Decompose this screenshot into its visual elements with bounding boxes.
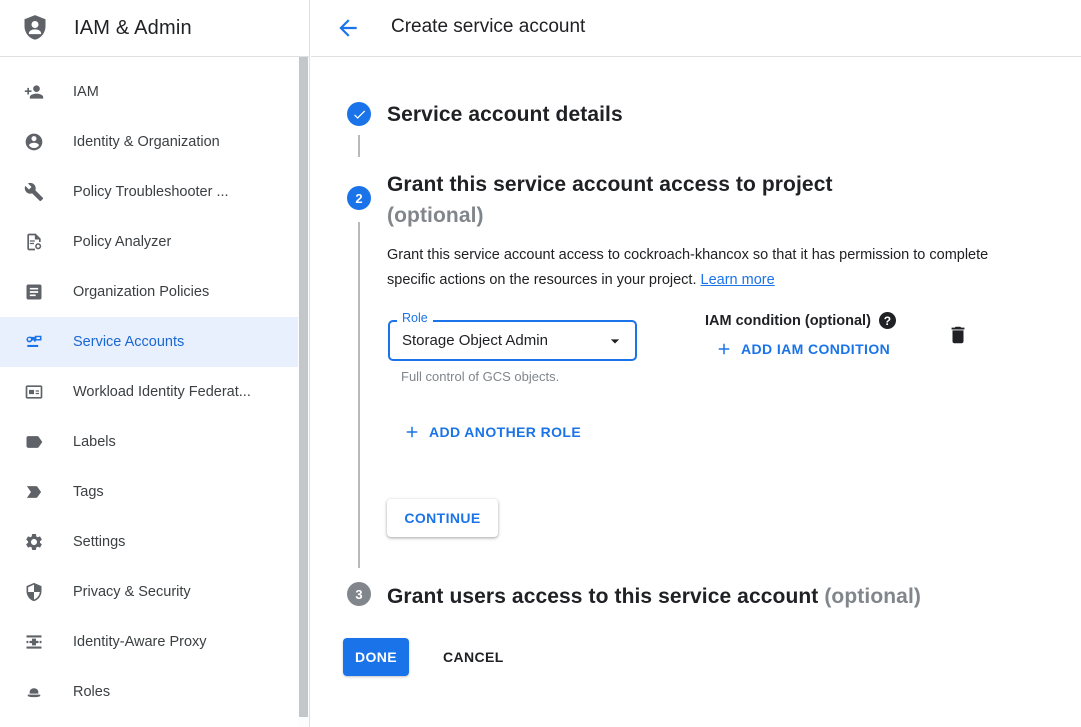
service-account-key-icon [24,332,44,352]
back-arrow-icon [335,15,361,41]
sidebar-item-labels[interactable]: Labels [0,417,298,467]
add-another-role-button[interactable]: ADD ANOTHER ROLE [403,423,581,441]
step2-title-block: Grant this service account access to pro… [387,169,897,231]
step2-description: Grant this service account access to coc… [387,243,993,293]
sidebar-item-policy-troubleshooter[interactable]: Policy Troubleshooter ... [0,167,298,217]
shield-icon [24,582,44,602]
sidebar-item-label: IAM [73,84,99,100]
plus-icon [715,340,733,358]
policy-analyzer-icon [24,232,44,252]
badge-card-icon [24,382,44,402]
sidebar-item-label: Workload Identity Federat... [73,384,251,400]
add-another-role-label: ADD ANOTHER ROLE [429,424,581,440]
account-circle-icon [24,132,44,152]
sidebar-item-label: Organization Policies [73,284,209,300]
step3-optional-label: (optional) [824,585,921,608]
hat-roles-icon [24,682,44,702]
sidebar-nav: IAM Identity & Organization Policy Troub… [0,57,309,717]
sidebar-header: IAM & Admin [0,0,309,57]
sidebar-item-label: Privacy & Security [73,584,191,600]
sidebar-item-label: Tags [73,484,104,500]
sidebar-item-label: Labels [73,434,116,450]
role-field-label: Role [397,311,433,325]
role-select[interactable]: Storage Object Admin [388,320,637,361]
sidebar-item-label: Settings [73,534,125,550]
chevron-down-icon [605,331,625,351]
continue-button[interactable]: CONTINUE [387,499,498,537]
sidebar-item-identity-organization[interactable]: Identity & Organization [0,117,298,167]
sidebar-item-tags[interactable]: Tags [0,467,298,517]
sidebar-item-label: Policy Analyzer [73,234,171,250]
person-add-icon [24,82,44,102]
step3-title: Grant users access to this service accou… [387,585,818,608]
step3-title-block: Grant users access to this service accou… [387,581,921,612]
gear-icon [24,532,44,552]
add-iam-condition-button[interactable]: ADD IAM CONDITION [715,340,890,358]
delete-role-button[interactable] [946,324,970,348]
main-panel: Create service account Service account d… [311,0,1081,727]
sidebar-item-roles[interactable]: Roles [0,667,298,717]
back-button[interactable] [335,15,361,41]
product-title: IAM & Admin [74,17,192,40]
tag-arrow-icon [24,482,44,502]
wrench-icon [24,182,44,202]
page-header: Create service account [311,0,1081,57]
page-title: Create service account [391,16,585,38]
sidebar-item-identity-aware-proxy[interactable]: Identity-Aware Proxy [0,617,298,667]
step2-indicator: 2 [347,186,371,210]
done-button[interactable]: DONE [343,638,409,676]
check-icon [352,107,367,122]
sidebar-item-workload-identity-federation[interactable]: Workload Identity Federat... [0,367,298,417]
cancel-button[interactable]: CANCEL [443,638,504,676]
scrollbar-thumb[interactable] [299,57,308,717]
sidebar-item-service-accounts[interactable]: Service Accounts [0,317,298,367]
step-connector [358,135,360,157]
iam-condition-row: IAM condition (optional) ? [705,312,896,329]
step2-title: Grant this service account access to pro… [387,173,833,196]
sidebar-item-organization-policies[interactable]: Organization Policies [0,267,298,317]
sidebar-item-policy-analyzer[interactable]: Policy Analyzer [0,217,298,267]
sidebar-item-label: Identity-Aware Proxy [73,634,207,650]
step2-optional-label: (optional) [387,204,484,227]
sidebar-item-label: Identity & Organization [73,134,220,150]
step1-title: Service account details [387,99,623,130]
step2-description-text: Grant this service account access to coc… [387,247,988,288]
add-iam-condition-label: ADD IAM CONDITION [741,341,890,357]
role-selected-value: Storage Object Admin [402,332,605,349]
step2-number: 2 [355,191,362,206]
iam-condition-label: IAM condition (optional) [705,313,871,329]
trash-icon [947,324,969,346]
plus-icon [403,423,421,441]
document-list-icon [24,282,44,302]
sidebar-item-label: Roles [73,684,110,700]
step3-number: 3 [355,587,362,602]
help-icon[interactable]: ? [879,312,896,329]
sidebar-item-label: Service Accounts [73,334,184,350]
learn-more-link[interactable]: Learn more [701,272,775,288]
sidebar-scrollbar[interactable] [298,57,309,727]
step3-indicator: 3 [347,582,371,606]
sidebar-item-label: Policy Troubleshooter ... [73,184,229,200]
label-tag-icon [24,432,44,452]
sidebar-item-settings[interactable]: Settings [0,517,298,567]
sidebar-item-privacy-security[interactable]: Privacy & Security [0,567,298,617]
sidebar: IAM & Admin IAM Identity & Organization … [0,0,310,727]
iam-shield-logo-icon [21,14,49,42]
sidebar-item-iam[interactable]: IAM [0,67,298,117]
proxy-gateway-icon [24,632,44,652]
step-connector [358,222,360,568]
step1-complete-indicator [347,102,371,126]
role-helper-text: Full control of GCS objects. [401,369,559,384]
